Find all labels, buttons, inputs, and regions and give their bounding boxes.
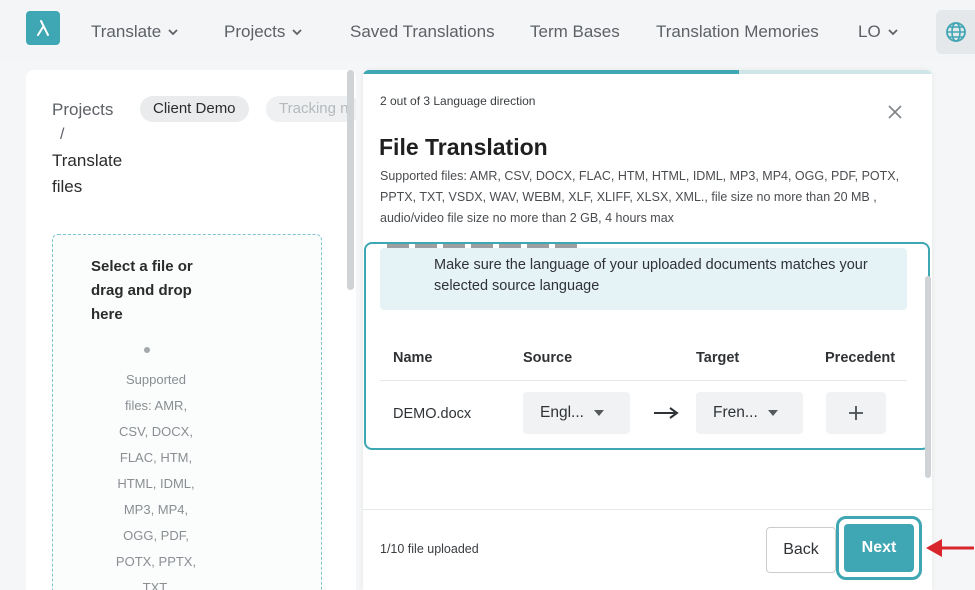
next-button[interactable]: Next [844,524,914,572]
file-dropzone[interactable]: Select a file or drag and drop here Supp… [52,234,322,590]
nav-account-label: LO [858,22,881,41]
back-button[interactable]: Back [766,527,836,573]
modal-title: File Translation [379,134,548,160]
close-icon[interactable] [883,100,907,124]
logo-lambda-icon[interactable] [26,11,60,45]
supported-files-text: Supported files: AMR, CSV, DOCX, FLAC, H… [380,169,900,225]
dropzone-supported-files: Supported files: AMR, CSV, DOCX, FLAC, H… [115,372,197,590]
nav-translation-memories-label: Translation Memories [656,22,819,41]
upload-status: 1/10 file uploaded [380,542,479,556]
nav-projects-label: Projects [224,22,286,41]
left-panel: Projects Client Demo Tracking n / Transl… [26,70,356,590]
left-panel-scrollbar[interactable] [347,70,354,290]
chevron-down-icon [167,28,179,36]
modal-scrollbar[interactable] [925,276,931,478]
nav-term-bases-label: Term Bases [530,22,620,41]
nav-translate[interactable]: Translate [91,22,179,42]
step-progress-fill [363,70,739,74]
nav-saved-translations[interactable]: Saved Translations [350,22,495,42]
top-navigation: Translate Projects Saved Translations Te… [0,0,975,62]
table-highlight-box [364,242,930,450]
breadcrumb-projects[interactable]: Projects [52,100,113,120]
step-progress-track [363,70,932,74]
nav-translate-label: Translate [91,22,162,41]
nav-projects[interactable]: Projects [224,22,303,42]
breadcrumb-current: Translate files [52,151,123,196]
breadcrumb-separator: / [60,126,65,143]
pointer-arrow-icon [926,539,974,557]
breadcrumb-chip-client-demo[interactable]: Client Demo [140,96,249,122]
nav-term-bases[interactable]: Term Bases [530,22,620,42]
chevron-down-icon [887,28,899,36]
nav-translation-memories[interactable]: Translation Memories [656,22,819,42]
dropzone-title: Select a file or drag and drop here [91,258,193,323]
nav-account[interactable]: LO [858,22,899,42]
footer-divider [363,509,932,510]
chevron-down-icon [291,28,303,36]
dropzone-bullet [144,347,150,353]
nav-saved-translations-label: Saved Translations [350,22,495,41]
breadcrumb-chip-tracking[interactable]: Tracking n [266,96,356,122]
step-label: 2 out of 3 Language direction [380,94,536,108]
globe-icon[interactable] [936,10,975,54]
